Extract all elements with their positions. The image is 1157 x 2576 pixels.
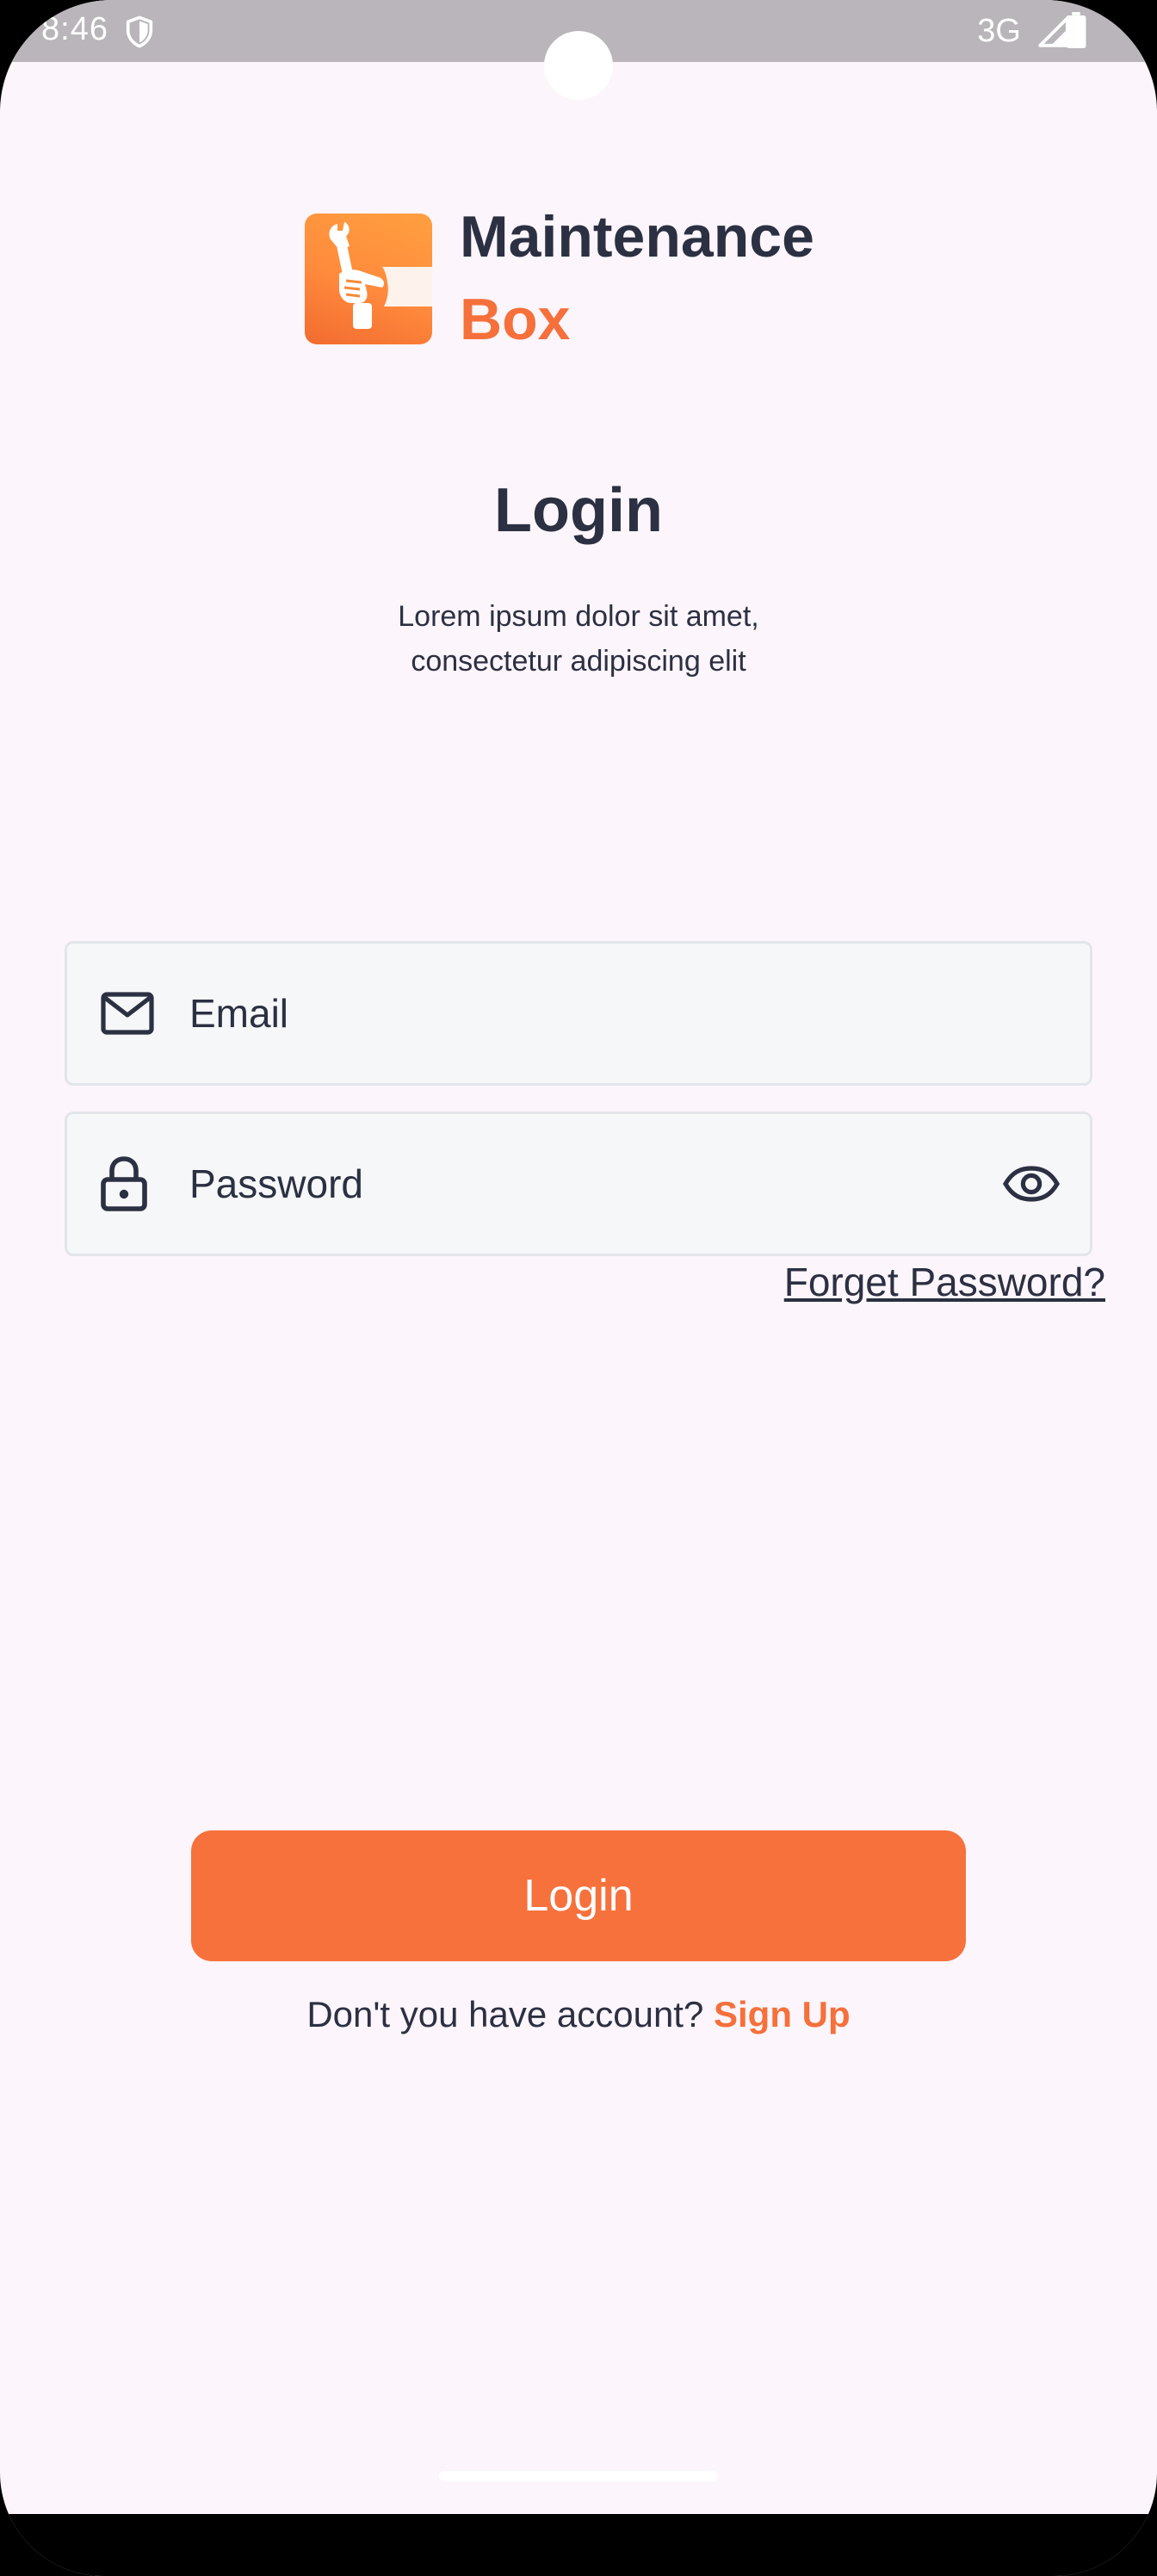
signup-prompt: Don't you have account? [306,1994,714,2034]
password-field[interactable] [65,1112,1092,1256]
login-screen: 8:46 3G Maintenance Box Login Lorem ipsu… [0,0,1157,2576]
page-title: Login [494,476,663,545]
login-button[interactable]: Login [191,1830,966,1961]
network-type: 3G [977,13,1021,49]
battery-icon [1066,12,1086,48]
brand-name: Maintenance [460,204,814,269]
signup-row: Don't you have account? Sign Up [0,1994,1157,2035]
shield-icon [126,15,153,48]
subtitle-line-2: consectetur adipiscing elit [411,645,746,678]
signup-link[interactable]: Sign Up [714,1994,851,2034]
password-input[interactable] [189,1114,947,1254]
lock-icon [101,1156,147,1211]
forgot-password-link[interactable]: Forget Password? [784,1259,1105,1305]
email-field[interactable] [65,941,1092,1086]
brand-header: Maintenance Box [305,205,890,360]
brand-sub: Box [460,287,571,352]
camera-cutout [544,31,613,100]
home-indicator[interactable] [439,2471,718,2481]
status-time: 8:46 [41,11,108,47]
page-subtitle: Lorem ipsum dolor sit amet, consectetur … [320,594,837,684]
hand-wrench-icon [305,214,432,344]
navigation-bar [0,2514,1157,2576]
subtitle-line-1: Lorem ipsum dolor sit amet, [398,600,759,633]
email-input[interactable] [189,944,1033,1083]
eye-icon[interactable] [1002,1165,1061,1203]
mail-icon [101,992,154,1035]
